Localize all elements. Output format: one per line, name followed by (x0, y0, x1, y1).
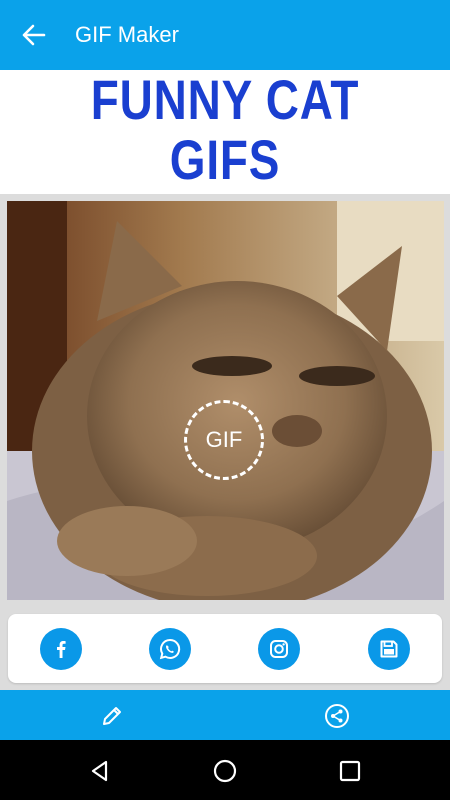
whatsapp-icon (159, 638, 181, 660)
back-triangle-icon (91, 760, 108, 782)
system-nav-bar (0, 740, 450, 800)
share-icon (325, 704, 349, 728)
share-card (8, 614, 442, 683)
facebook-share-button[interactable] (40, 628, 82, 670)
instagram-icon (270, 640, 288, 658)
app-title: GIF Maker (75, 22, 179, 47)
edit-button[interactable] (98, 702, 126, 730)
facebook-icon (57, 641, 66, 658)
whatsapp-share-button[interactable] (149, 628, 191, 670)
nav-back-button[interactable] (87, 758, 113, 784)
nav-home-button[interactable] (212, 758, 238, 784)
share-button[interactable] (323, 702, 351, 730)
header-title-line2: GIFS (169, 128, 281, 191)
recents-square-icon (339, 760, 361, 782)
instagram-share-button[interactable] (258, 628, 300, 670)
arrow-left-icon (22, 24, 46, 46)
home-circle-icon (213, 759, 237, 783)
header-title-line1: FUNNY CAT (90, 68, 360, 131)
gif-preview[interactable]: GIF (7, 201, 444, 600)
gif-badge[interactable]: GIF (184, 400, 264, 480)
app-bar: GIF Maker (0, 0, 450, 70)
nav-recents-button[interactable] (337, 758, 363, 784)
save-icon (380, 640, 398, 658)
header-banner: FUNNY CAT GIFS (0, 70, 450, 194)
save-button[interactable] (368, 628, 410, 670)
bottom-action-bar (0, 690, 450, 740)
back-button[interactable] (18, 21, 50, 49)
pencil-icon (103, 707, 121, 725)
